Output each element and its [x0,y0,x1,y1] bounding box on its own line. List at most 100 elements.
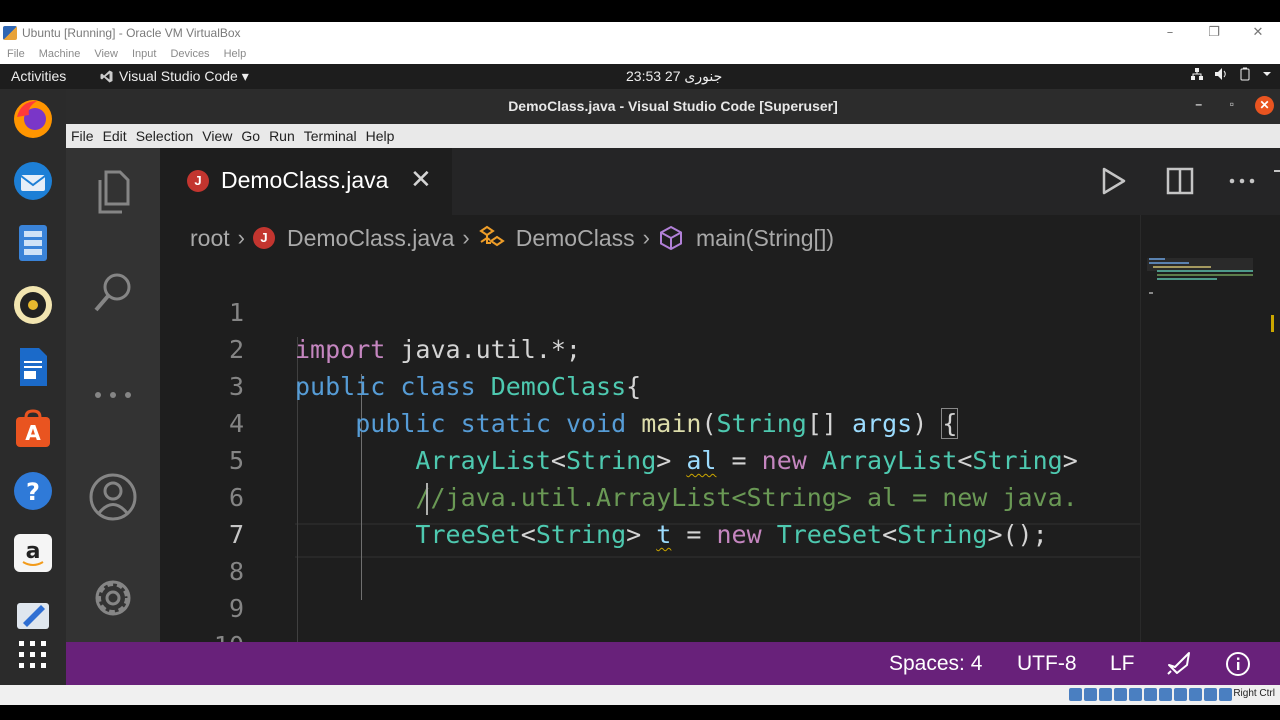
more-actions-icon[interactable] [1228,167,1256,195]
vbox-device-icons [1069,688,1232,701]
minimize-icon[interactable]: – [1195,97,1202,111]
svg-text:?: ? [26,478,40,506]
firefox-icon[interactable] [11,97,55,141]
explorer-icon[interactable] [86,166,140,220]
svg-text:a: a [26,539,41,564]
breadcrumb-class[interactable]: DemoClass [516,225,635,252]
text-editor-icon[interactable] [11,593,55,637]
vbox-menu-input[interactable]: Input [132,48,156,60]
code-area[interactable]: 1 import java.util.*; 2 public class Dem… [160,257,1140,642]
vbox-statusbar: Right Ctrl [0,685,1280,705]
cpu-icon[interactable] [1189,688,1202,701]
notifications-icon[interactable] [1225,651,1251,677]
run-icon[interactable] [1100,167,1128,195]
menu-go[interactable]: Go [241,128,260,144]
vscode-menubar: File Edit Selection View Go Run Terminal… [66,124,1280,148]
vbox-menu-machine[interactable]: Machine [39,48,81,60]
menu-edit[interactable]: Edit [103,128,127,144]
vbox-menu-file[interactable]: File [7,48,25,60]
tab-democlass-java[interactable]: J DemoClass.java ✕ [160,148,452,215]
breadcrumb-chevron-icon: › [642,225,650,250]
java-file-icon: J [252,227,275,249]
gnome-top-bar: Activities Visual Studio Code ▾ 23:53 27… [0,64,1280,89]
feedback-icon[interactable] [1165,651,1191,677]
vscode-window-title: DemoClass.java - Visual Studio Code [Sup… [508,98,838,114]
vbox-menu-view[interactable]: View [94,48,118,60]
keyboard-icon[interactable] [1219,688,1232,701]
optical-drive-icon[interactable] [1084,688,1097,701]
editor[interactable]: root › J DemoClass.java › DemoClass › ma… [160,215,1280,642]
maximize-icon[interactable]: ▫ [1230,97,1234,111]
network-icon[interactable] [1114,688,1127,701]
vscode-icon [100,70,113,83]
code-line-3: 3 public static void main(String[] args)… [160,331,1140,439]
vbox-menu-devices[interactable]: Devices [170,48,209,60]
mouse-integration-icon[interactable] [1204,688,1217,701]
indentation-status[interactable]: Spaces: 4 [889,652,982,676]
vscode-titlebar: DemoClass.java - Visual Studio Code [Sup… [66,89,1280,124]
app-menu-label: Visual Studio Code ▾ [119,68,249,84]
clock[interactable]: 23:53 27 جنوری [626,68,722,85]
close-icon[interactable]: ✕ [1236,22,1280,44]
app-menu[interactable]: Visual Studio Code ▾ [100,68,249,85]
usb-icon[interactable] [1129,688,1142,701]
vbox-window-title: Ubuntu [Running] - Oracle VM VirtualBox [22,26,241,40]
encoding-status[interactable]: UTF-8 [1017,652,1077,676]
eol-status[interactable]: LF [1110,652,1135,676]
svg-text:A: A [25,421,41,445]
menu-run[interactable]: Run [269,128,295,144]
chevron-down-icon [1263,72,1271,76]
close-icon[interactable]: ✕ [1255,96,1274,115]
breadcrumb-method[interactable]: main(String[]) [696,225,834,252]
menu-terminal[interactable]: Terminal [304,128,357,144]
software-center-icon[interactable]: A [11,407,55,451]
host-key-label: Right Ctrl [1233,688,1275,699]
activities-button[interactable]: Activities [11,68,66,84]
amazon-icon[interactable]: a [11,531,55,575]
minimap[interactable] [1140,215,1280,642]
text-cursor [426,483,428,515]
vbox-window-controls: – ❐ ✕ [1148,22,1280,44]
filter-icon[interactable] [1272,167,1280,195]
restore-icon[interactable]: ❐ [1192,22,1236,44]
account-icon[interactable] [86,470,140,524]
minimap-preview [1147,258,1274,332]
files-icon[interactable] [11,221,55,265]
menu-file[interactable]: File [71,128,94,144]
rhythmbox-icon[interactable] [11,283,55,327]
gear-icon[interactable] [86,571,140,625]
vbox-menubar: File Machine View Input Devices Help [0,44,1280,64]
activity-bar [66,148,160,642]
thunderbird-icon[interactable] [11,159,55,203]
minimize-icon[interactable]: – [1148,22,1192,44]
more-icon[interactable] [86,368,140,422]
system-tray[interactable] [1190,67,1272,81]
shared-folders-icon[interactable] [1144,688,1157,701]
menu-selection[interactable]: Selection [136,128,194,144]
battery-icon [1240,67,1250,81]
search-icon[interactable] [86,266,140,320]
breadcrumb-file[interactable]: DemoClass.java [287,225,454,252]
hdd-icon[interactable] [1069,688,1082,701]
display-icon[interactable] [1159,688,1172,701]
recording-icon[interactable] [1174,688,1187,701]
code-line-10: 10 } [160,590,1140,642]
help-icon[interactable]: ? [11,469,55,513]
split-editor-icon[interactable] [1166,167,1194,195]
vbox-titlebar: Ubuntu [Running] - Oracle VM VirtualBox … [0,22,1280,44]
class-icon [478,225,505,247]
code-line-7: 7 [160,479,1140,549]
method-icon [659,225,682,251]
breadcrumb-root[interactable]: root [190,225,230,252]
code-line-8: 8 [160,516,1140,586]
code-line-5: 5 //java.util.ArrayList<String> al = new… [160,405,1140,512]
close-tab-icon[interactable]: ✕ [410,165,432,195]
menu-view[interactable]: View [202,128,232,144]
volume-icon [1215,68,1226,80]
menu-help[interactable]: Help [366,128,395,144]
show-applications-icon[interactable] [11,637,55,681]
vbox-menu-help[interactable]: Help [224,48,247,60]
libreoffice-writer-icon[interactable] [11,345,55,389]
audio-icon[interactable] [1099,688,1112,701]
status-bar: Spaces: 4 UTF-8 LF [66,642,1280,685]
